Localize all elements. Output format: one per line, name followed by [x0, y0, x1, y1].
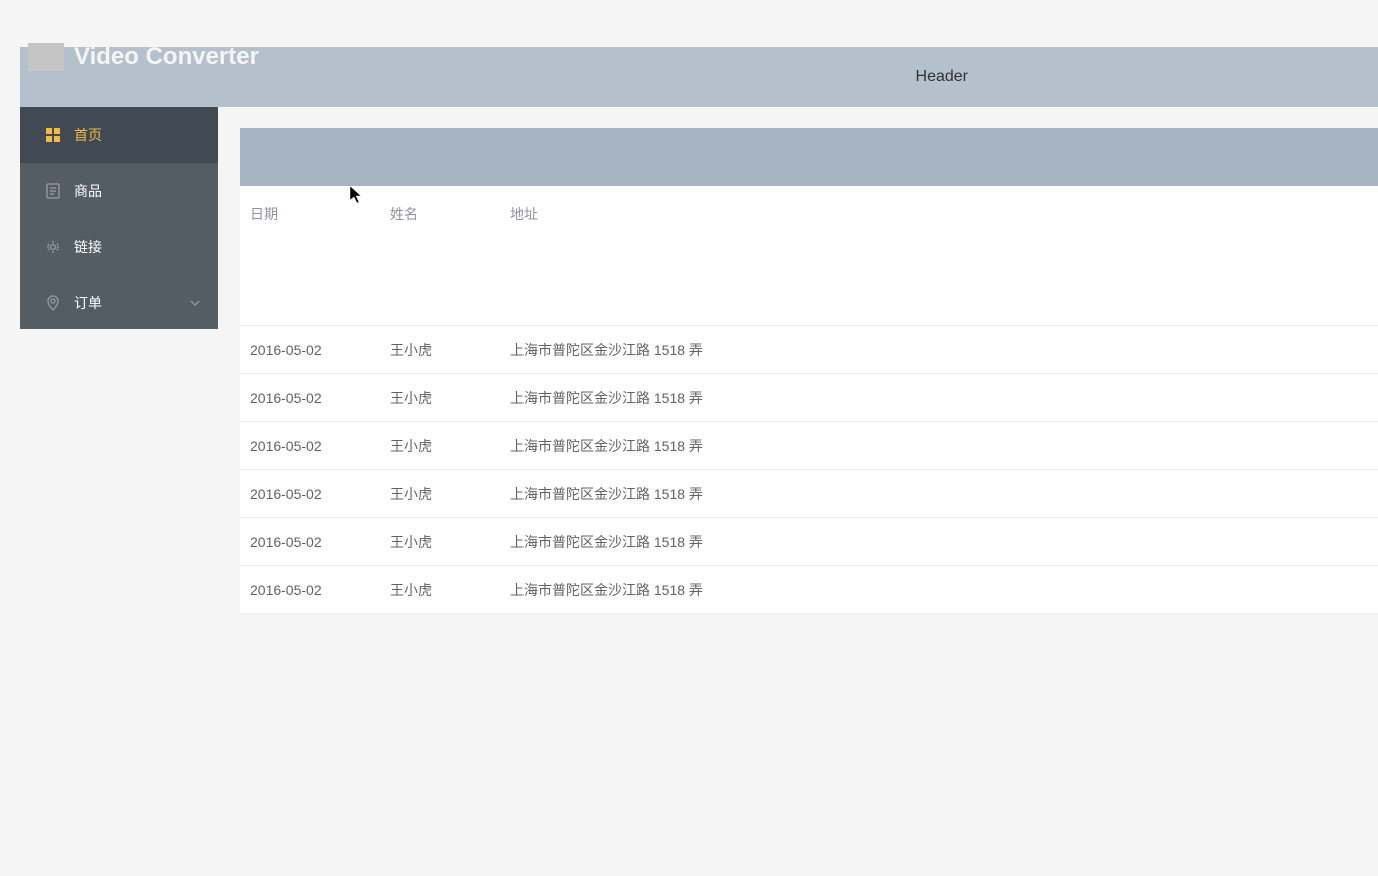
content-area: 日期 姓名 地址 2016-05-02王小虎上海市普陀区金沙江路 1518 弄2…	[240, 128, 1378, 614]
cell-name: 王小虎	[380, 532, 500, 552]
location-icon	[44, 294, 62, 312]
sidebar-item-home[interactable]: 首页	[20, 107, 218, 163]
sidebar: 首页 商品 链接	[20, 107, 218, 329]
table-header: 日期 姓名 地址	[240, 186, 1378, 326]
cell-date: 2016-05-02	[240, 534, 380, 550]
gear-icon	[44, 238, 62, 256]
header: Video Converter Header	[20, 47, 1378, 107]
sidebar-item-label: 订单	[74, 293, 102, 313]
cell-address: 上海市普陀区金沙江路 1518 弄	[500, 484, 1378, 504]
cell-address: 上海市普陀区金沙江路 1518 弄	[500, 388, 1378, 408]
cell-address: 上海市普陀区金沙江路 1518 弄	[500, 532, 1378, 552]
cell-name: 王小虎	[380, 340, 500, 360]
table-row[interactable]: 2016-05-02王小虎上海市普陀区金沙江路 1518 弄	[240, 518, 1378, 566]
cell-name: 王小虎	[380, 580, 500, 600]
cell-address: 上海市普陀区金沙江路 1518 弄	[500, 340, 1378, 360]
table-row[interactable]: 2016-05-02王小虎上海市普陀区金沙江路 1518 弄	[240, 470, 1378, 518]
cell-address: 上海市普陀区金沙江路 1518 弄	[500, 436, 1378, 456]
cell-date: 2016-05-02	[240, 486, 380, 502]
sidebar-item-label: 首页	[74, 125, 102, 145]
grid-icon	[44, 126, 62, 144]
table-row[interactable]: 2016-05-02王小虎上海市普陀区金沙江路 1518 弄	[240, 566, 1378, 614]
cell-date: 2016-05-02	[240, 438, 380, 454]
cell-date: 2016-05-02	[240, 342, 380, 358]
column-header-address[interactable]: 地址	[500, 186, 1378, 325]
cell-name: 王小虎	[380, 388, 500, 408]
app-container: Video Converter Header 首页	[0, 0, 1378, 876]
table-row[interactable]: 2016-05-02王小虎上海市普陀区金沙江路 1518 弄	[240, 374, 1378, 422]
table-row[interactable]: 2016-05-02王小虎上海市普陀区金沙江路 1518 弄	[240, 326, 1378, 374]
logo: Video Converter	[20, 43, 259, 71]
sidebar-item-product[interactable]: 商品	[20, 163, 218, 219]
cell-name: 王小虎	[380, 436, 500, 456]
logo-icon	[28, 43, 64, 71]
table: 日期 姓名 地址 2016-05-02王小虎上海市普陀区金沙江路 1518 弄2…	[240, 186, 1378, 614]
column-header-date[interactable]: 日期	[240, 186, 380, 325]
table-row[interactable]: 2016-05-02王小虎上海市普陀区金沙江路 1518 弄	[240, 422, 1378, 470]
sidebar-item-link[interactable]: 链接	[20, 219, 218, 275]
table-body: 2016-05-02王小虎上海市普陀区金沙江路 1518 弄2016-05-02…	[240, 326, 1378, 614]
sidebar-item-label: 链接	[74, 237, 102, 257]
cell-name: 王小虎	[380, 484, 500, 504]
sidebar-item-label: 商品	[74, 181, 102, 201]
chevron-down-icon	[190, 300, 200, 306]
logo-text: Video Converter	[74, 43, 259, 71]
cell-address: 上海市普陀区金沙江路 1518 弄	[500, 580, 1378, 600]
content-header-bar	[240, 128, 1378, 186]
cell-date: 2016-05-02	[240, 390, 380, 406]
sidebar-item-order[interactable]: 订单	[20, 275, 218, 331]
header-title: Header	[916, 68, 968, 86]
column-header-name[interactable]: 姓名	[380, 186, 500, 325]
cell-date: 2016-05-02	[240, 582, 380, 598]
document-icon	[44, 182, 62, 200]
